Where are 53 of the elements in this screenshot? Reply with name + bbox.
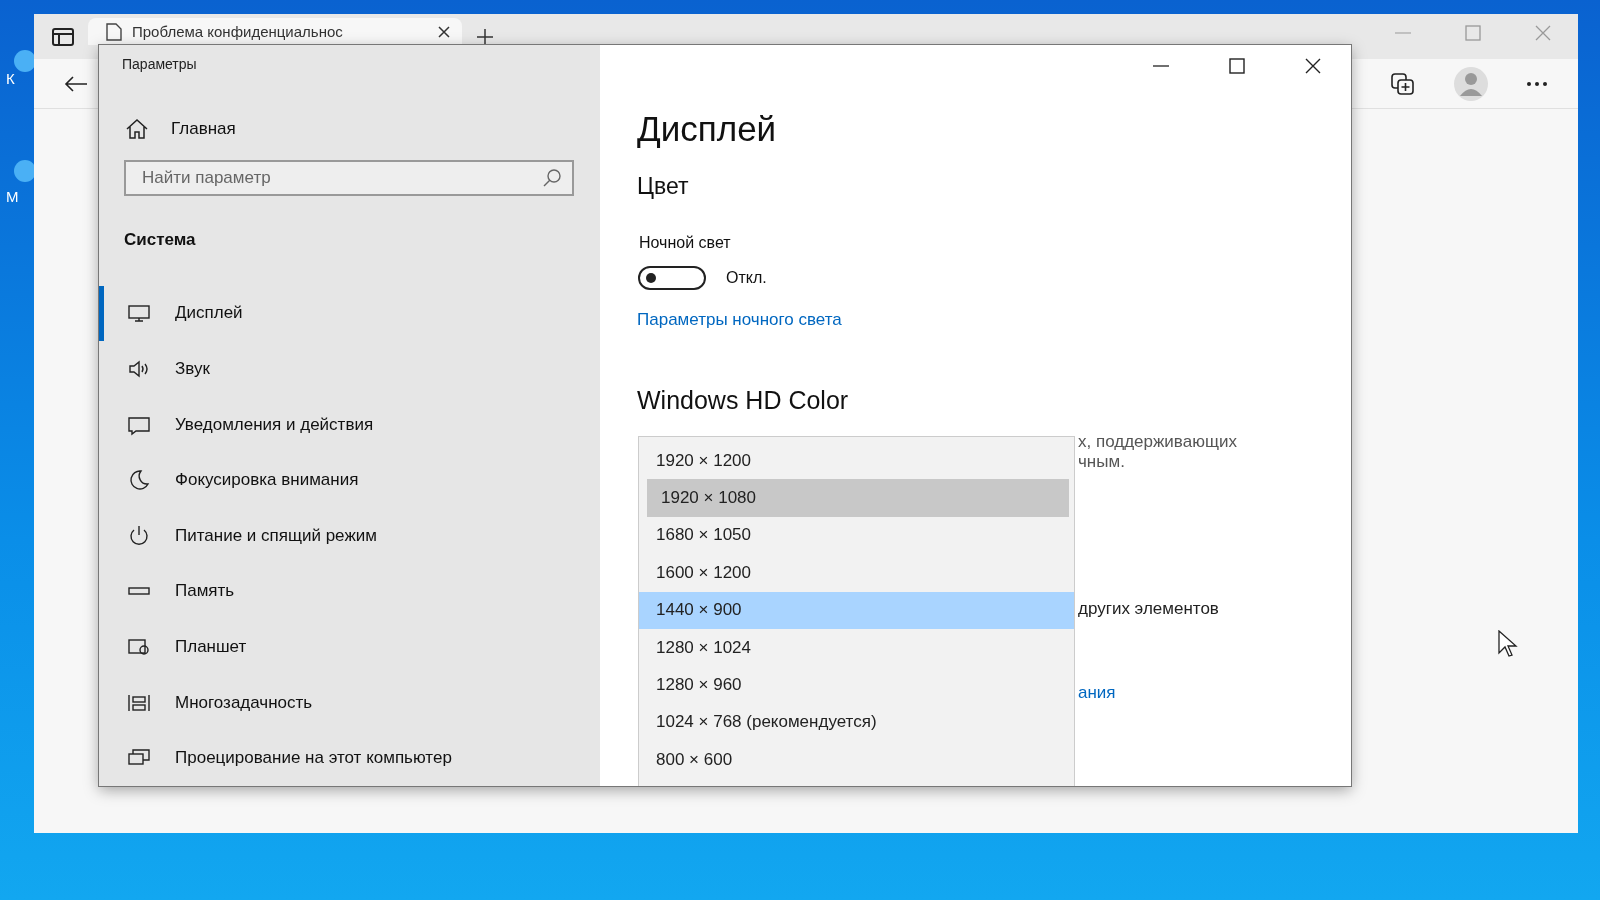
desktop-icon-label: М <box>6 188 19 205</box>
dropdown-option[interactable]: 1600 × 1200 <box>639 554 1074 592</box>
home-icon <box>125 117 149 140</box>
moon-icon <box>127 468 151 493</box>
maximize-icon[interactable] <box>1228 57 1246 75</box>
page-icon <box>106 22 122 41</box>
sidebar-item[interactable]: Планшет <box>99 619 599 675</box>
back-arrow-icon[interactable] <box>64 74 88 93</box>
dropdown-option[interactable]: 1440 × 900 <box>639 591 1074 629</box>
mouse-cursor-icon <box>1498 630 1518 658</box>
window-title: Параметры <box>121 55 198 74</box>
dropdown-option[interactable]: 1280 × 960 <box>639 666 1074 704</box>
desktop-icon[interactable] <box>14 50 36 72</box>
section-heading: Система <box>124 229 197 250</box>
sidebar-item[interactable]: Проецирование на этот компьютер <box>99 730 599 786</box>
dropdown-option[interactable]: 1920 × 1080 <box>647 479 1069 517</box>
search-field[interactable]: Найти параметр <box>124 159 574 196</box>
description-text: х, поддерживающих <box>1078 432 1237 452</box>
toggle-state: Откл. <box>726 269 767 287</box>
browser-tab[interactable]: Проблема конфиденциальнос <box>88 18 462 45</box>
close-icon[interactable] <box>438 25 450 38</box>
night-light-link[interactable]: Параметры ночного света <box>637 310 842 330</box>
section-heading: Цвет <box>637 173 689 200</box>
home-link[interactable]: Главная <box>125 117 600 140</box>
sidebar-item[interactable]: Звук <box>99 341 599 397</box>
collections-icon[interactable] <box>1390 71 1416 96</box>
toggle-switch[interactable] <box>638 266 706 290</box>
dropdown-option[interactable]: 1920 × 1200 <box>639 442 1074 480</box>
sidebar-item[interactable]: Питание и спящий режим <box>99 508 599 564</box>
setting-label: Ночной свет <box>639 234 731 252</box>
desktop-icon-label: К <box>6 70 15 87</box>
dropdown-option[interactable]: 1024 × 768 (рекомендуется) <box>639 703 1074 742</box>
description-text: чным. <box>1078 452 1125 472</box>
sidebar-item[interactable]: Фокусировка внимания <box>99 452 599 508</box>
link[interactable]: ания <box>1078 683 1116 703</box>
sidebar-item[interactable]: Память <box>99 563 599 620</box>
description-text: других элементов <box>1078 599 1219 619</box>
sidebar-item[interactable]: Уведомления и действия <box>99 396 599 453</box>
profile-avatar[interactable] <box>1454 66 1488 101</box>
dropdown-option[interactable]: 1280 × 1024 <box>639 628 1074 667</box>
new-tab-icon[interactable] <box>476 27 494 46</box>
storage-icon <box>127 587 151 596</box>
more-icon[interactable] <box>1526 80 1548 87</box>
close-icon[interactable] <box>1304 57 1322 75</box>
power-icon <box>127 523 151 548</box>
dropdown-option[interactable]: 1680 × 1050 <box>639 516 1074 555</box>
tab-actions-icon[interactable] <box>52 27 74 46</box>
section-heading: Windows HD Color <box>637 386 849 415</box>
sidebar-item[interactable]: Многозадачность <box>99 674 599 731</box>
desktop-icon[interactable] <box>14 160 36 182</box>
dropdown-option[interactable]: 800 × 600 <box>639 741 1074 779</box>
search-icon <box>542 167 562 188</box>
page-title: Дисплей <box>637 109 777 149</box>
